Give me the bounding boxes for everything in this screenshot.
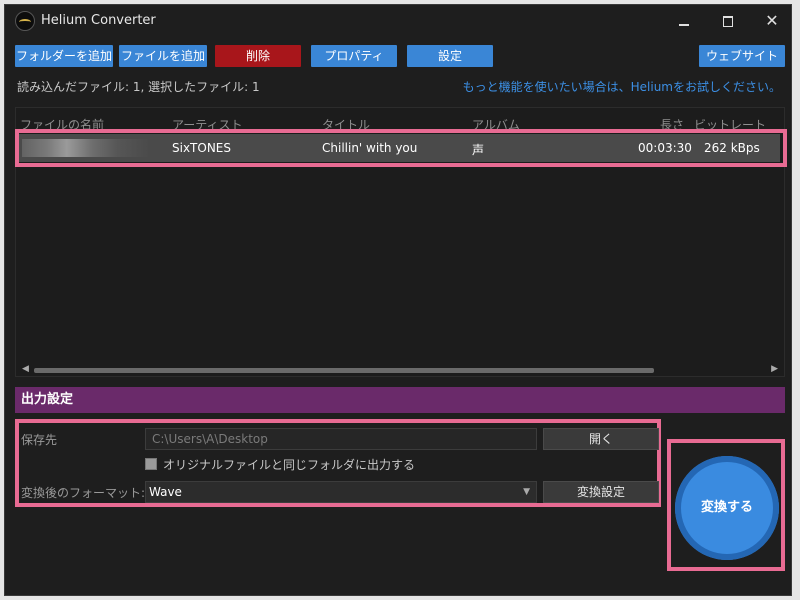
scroll-left-icon[interactable]: ◀ xyxy=(22,364,29,374)
maximize-button[interactable] xyxy=(713,9,743,33)
file-list[interactable]: ファイルの名前 アーティスト タイトル アルバム 長さ ビットレート SixTO… xyxy=(15,107,785,377)
title-bar[interactable]: Helium Converter ✕ xyxy=(5,5,791,37)
column-header-filename[interactable]: ファイルの名前 xyxy=(20,116,104,133)
horizontal-scrollbar[interactable]: ◀ ▶ xyxy=(20,364,780,376)
row-title: Chillin' with you xyxy=(322,141,418,155)
table-row[interactable]: SixTONES Chillin' with you 声 00:03:30 26… xyxy=(18,134,780,162)
same-folder-checkbox[interactable] xyxy=(145,458,157,470)
column-header-title[interactable]: タイトル xyxy=(322,116,370,133)
settings-button[interactable]: 設定 xyxy=(407,45,493,67)
website-button[interactable]: ウェブサイト xyxy=(699,45,785,67)
row-bitrate: 262 kBps xyxy=(704,141,760,155)
minimize-icon xyxy=(679,24,689,26)
open-button[interactable]: 開く xyxy=(543,428,659,450)
row-length: 00:03:30 xyxy=(638,141,692,155)
blurred-filename xyxy=(22,139,150,157)
properties-button[interactable]: プロパティ xyxy=(311,45,397,67)
format-label: 変換後のフォーマット: xyxy=(21,486,146,500)
maximize-icon xyxy=(723,15,733,27)
convert-button[interactable]: 変換する xyxy=(675,456,779,560)
close-icon: ✕ xyxy=(765,11,779,30)
column-header-bitrate[interactable]: ビットレート xyxy=(694,116,766,133)
add-file-button[interactable]: ファイルを追加 xyxy=(119,45,207,67)
column-header-album[interactable]: アルバム xyxy=(472,116,520,133)
column-header-length[interactable]: 長さ xyxy=(660,116,684,133)
scrollbar-thumb[interactable] xyxy=(34,368,654,373)
same-folder-label[interactable]: オリジナルファイルと同じフォルダに出力する xyxy=(163,456,415,473)
scroll-right-icon[interactable]: ▶ xyxy=(771,364,778,374)
output-settings-header: 出力設定 xyxy=(15,387,785,413)
app-window: Helium Converter ✕ フォルダーを追加 ファイルを追加 削除 プ… xyxy=(4,4,792,596)
row-album: 声 xyxy=(472,143,485,157)
save-to-label: 保存先 xyxy=(21,433,58,447)
column-header-artist[interactable]: アーティスト xyxy=(172,116,243,133)
format-value: Wave xyxy=(149,485,182,499)
file-count-status: 読み込んだファイル: 1, 選択したファイル: 1 xyxy=(17,80,260,94)
format-select[interactable]: Wave ▼ xyxy=(145,481,537,503)
chevron-down-icon: ▼ xyxy=(523,487,530,497)
row-artist: SixTONES xyxy=(172,141,232,155)
window-title: Helium Converter xyxy=(41,13,156,28)
add-folder-button[interactable]: フォルダーを追加 xyxy=(15,45,113,67)
save-path-field[interactable]: C:\Users\A\Desktop xyxy=(145,428,537,450)
conversion-settings-button[interactable]: 変換設定 xyxy=(543,481,659,503)
helium-logo-icon xyxy=(15,11,35,31)
helium-promo-link[interactable]: もっと機能を使いたい場合は、Heliumをお試しください。 xyxy=(463,78,781,95)
close-button[interactable]: ✕ xyxy=(757,9,787,33)
delete-button[interactable]: 削除 xyxy=(215,45,301,67)
minimize-button[interactable] xyxy=(669,9,699,33)
output-settings-panel: 保存先 C:\Users\A\Desktop 開く オリジナルファイルと同じフォ… xyxy=(15,419,661,507)
